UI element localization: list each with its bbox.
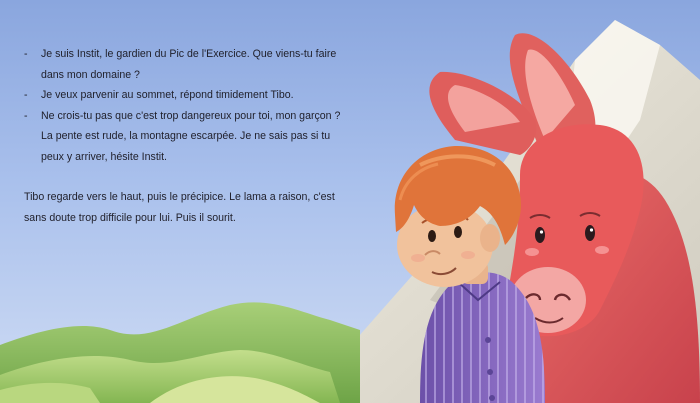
dialogue-line: - Je veux parvenir au sommet, répond tim… — [24, 85, 342, 106]
dialogue-dash: - — [24, 89, 28, 101]
dialogue-dash: - — [24, 109, 28, 122]
storybook-page: - Je suis Instit, le gardien du Pic de l… — [0, 0, 700, 403]
story-text: - Je suis Instit, le gardien du Pic de l… — [24, 44, 342, 228]
dialogue-text: Je veux parvenir au sommet, répond timid… — [41, 89, 294, 101]
green-hills — [0, 302, 360, 403]
dialogue-dash: - — [24, 48, 28, 60]
narration-paragraph: Tibo regarde vers le haut, puis le préci… — [24, 191, 335, 224]
dialogue-text: Je suis Instit, le gardien du Pic de l'E… — [41, 48, 337, 81]
dialogue-line: - Je suis Instit, le gardien du Pic de l… — [24, 44, 342, 85]
dialogue-line: - Ne crois-tu pas que c'est trop dangere… — [24, 106, 342, 168]
dialogue-text: Ne crois-tu pas que c'est trop dangereux… — [41, 109, 341, 163]
